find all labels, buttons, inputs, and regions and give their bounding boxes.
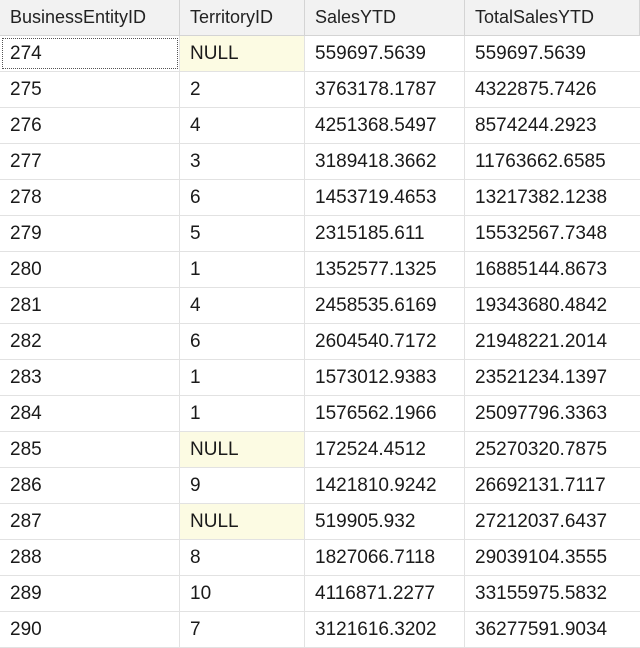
cell-businessentityid[interactable]: 274 [0, 36, 180, 71]
cell-salesytd[interactable]: 1576562.1966 [305, 396, 465, 431]
cell-territoryid[interactable]: NULL [180, 432, 305, 467]
cell-totalsalesytd[interactable]: 559697.5639 [465, 36, 640, 71]
column-header-territoryid[interactable]: TerritoryID [180, 0, 305, 35]
results-grid[interactable]: BusinessEntityID TerritoryID SalesYTD To… [0, 0, 640, 648]
cell-salesytd[interactable]: 4116871.2277 [305, 576, 465, 611]
table-row[interactable]: 283 1 1573012.9383 23521234.1397 [0, 360, 640, 396]
cell-totalsalesytd[interactable]: 36277591.9034 [465, 612, 640, 647]
cell-totalsalesytd[interactable]: 26692131.7117 [465, 468, 640, 503]
cell-salesytd[interactable]: 2315185.611 [305, 216, 465, 251]
cell-territoryid[interactable]: 1 [180, 252, 305, 287]
table-row[interactable]: 289 10 4116871.2277 33155975.5832 [0, 576, 640, 612]
cell-businessentityid[interactable]: 284 [0, 396, 180, 431]
cell-territoryid[interactable]: 6 [180, 324, 305, 359]
cell-totalsalesytd[interactable]: 25097796.3363 [465, 396, 640, 431]
cell-territoryid[interactable]: 6 [180, 180, 305, 215]
column-header-businessentityid[interactable]: BusinessEntityID [0, 0, 180, 35]
cell-totalsalesytd[interactable]: 19343680.4842 [465, 288, 640, 323]
table-row[interactable]: 282 6 2604540.7172 21948221.2014 [0, 324, 640, 360]
table-row[interactable]: 281 4 2458535.6169 19343680.4842 [0, 288, 640, 324]
cell-businessentityid[interactable]: 286 [0, 468, 180, 503]
cell-territoryid[interactable]: NULL [180, 36, 305, 71]
cell-territoryid[interactable]: 2 [180, 72, 305, 107]
cell-totalsalesytd[interactable]: 15532567.7348 [465, 216, 640, 251]
cell-salesytd[interactable]: 1827066.7118 [305, 540, 465, 575]
cell-businessentityid[interactable]: 290 [0, 612, 180, 647]
cell-territoryid[interactable]: 1 [180, 396, 305, 431]
cell-salesytd[interactable]: 3121616.3202 [305, 612, 465, 647]
table-row[interactable]: 275 2 3763178.1787 4322875.7426 [0, 72, 640, 108]
cell-territoryid[interactable]: 1 [180, 360, 305, 395]
table-row[interactable]: 276 4 4251368.5497 8574244.2923 [0, 108, 640, 144]
cell-businessentityid[interactable]: 275 [0, 72, 180, 107]
cell-territoryid[interactable]: 5 [180, 216, 305, 251]
cell-territoryid[interactable]: 7 [180, 612, 305, 647]
table-row[interactable]: 279 5 2315185.611 15532567.7348 [0, 216, 640, 252]
cell-territoryid[interactable]: 9 [180, 468, 305, 503]
cell-salesytd[interactable]: 2458535.6169 [305, 288, 465, 323]
table-row[interactable]: 274 NULL 559697.5639 559697.5639 [0, 36, 640, 72]
cell-salesytd[interactable]: 559697.5639 [305, 36, 465, 71]
column-header-totalsalesytd[interactable]: TotalSalesYTD [465, 0, 640, 35]
table-row[interactable]: 284 1 1576562.1966 25097796.3363 [0, 396, 640, 432]
cell-territoryid[interactable]: 8 [180, 540, 305, 575]
cell-totalsalesytd[interactable]: 16885144.8673 [465, 252, 640, 287]
cell-territoryid[interactable]: 10 [180, 576, 305, 611]
cell-totalsalesytd[interactable]: 27212037.6437 [465, 504, 640, 539]
cell-totalsalesytd[interactable]: 11763662.6585 [465, 144, 640, 179]
header-row: BusinessEntityID TerritoryID SalesYTD To… [0, 0, 640, 36]
cell-totalsalesytd[interactable]: 21948221.2014 [465, 324, 640, 359]
cell-totalsalesytd[interactable]: 25270320.7875 [465, 432, 640, 467]
table-row[interactable]: 285 NULL 172524.4512 25270320.7875 [0, 432, 640, 468]
cell-businessentityid[interactable]: 289 [0, 576, 180, 611]
cell-salesytd[interactable]: 1453719.4653 [305, 180, 465, 215]
cell-businessentityid[interactable]: 288 [0, 540, 180, 575]
table-row[interactable]: 287 NULL 519905.932 27212037.6437 [0, 504, 640, 540]
cell-salesytd[interactable]: 4251368.5497 [305, 108, 465, 143]
cell-businessentityid[interactable]: 280 [0, 252, 180, 287]
cell-salesytd[interactable]: 3189418.3662 [305, 144, 465, 179]
cell-salesytd[interactable]: 2604540.7172 [305, 324, 465, 359]
cell-totalsalesytd[interactable]: 23521234.1397 [465, 360, 640, 395]
cell-salesytd[interactable]: 172524.4512 [305, 432, 465, 467]
cell-businessentityid[interactable]: 279 [0, 216, 180, 251]
cell-territoryid[interactable]: NULL [180, 504, 305, 539]
cell-salesytd[interactable]: 3763178.1787 [305, 72, 465, 107]
cell-salesytd[interactable]: 1573012.9383 [305, 360, 465, 395]
cell-territoryid[interactable]: 4 [180, 108, 305, 143]
cell-totalsalesytd[interactable]: 13217382.1238 [465, 180, 640, 215]
cell-salesytd[interactable]: 1421810.9242 [305, 468, 465, 503]
cell-businessentityid[interactable]: 278 [0, 180, 180, 215]
cell-salesytd[interactable]: 1352577.1325 [305, 252, 465, 287]
table-row[interactable]: 280 1 1352577.1325 16885144.8673 [0, 252, 640, 288]
table-row[interactable]: 277 3 3189418.3662 11763662.6585 [0, 144, 640, 180]
cell-businessentityid[interactable]: 287 [0, 504, 180, 539]
cell-totalsalesytd[interactable]: 29039104.3555 [465, 540, 640, 575]
cell-businessentityid[interactable]: 285 [0, 432, 180, 467]
cell-totalsalesytd[interactable]: 8574244.2923 [465, 108, 640, 143]
table-row[interactable]: 278 6 1453719.4653 13217382.1238 [0, 180, 640, 216]
cell-territoryid[interactable]: 4 [180, 288, 305, 323]
cell-territoryid[interactable]: 3 [180, 144, 305, 179]
cell-totalsalesytd[interactable]: 4322875.7426 [465, 72, 640, 107]
cell-businessentityid[interactable]: 276 [0, 108, 180, 143]
table-row[interactable]: 288 8 1827066.7118 29039104.3555 [0, 540, 640, 576]
column-header-salesytd[interactable]: SalesYTD [305, 0, 465, 35]
cell-businessentityid[interactable]: 277 [0, 144, 180, 179]
cell-businessentityid[interactable]: 283 [0, 360, 180, 395]
cell-businessentityid[interactable]: 281 [0, 288, 180, 323]
cell-salesytd[interactable]: 519905.932 [305, 504, 465, 539]
cell-totalsalesytd[interactable]: 33155975.5832 [465, 576, 640, 611]
table-row[interactable]: 290 7 3121616.3202 36277591.9034 [0, 612, 640, 648]
grid-body: 274 NULL 559697.5639 559697.5639 275 2 3763178… [0, 36, 640, 648]
table-row[interactable]: 286 9 1421810.9242 26692131.7117 [0, 468, 640, 504]
cell-businessentityid[interactable]: 282 [0, 324, 180, 359]
